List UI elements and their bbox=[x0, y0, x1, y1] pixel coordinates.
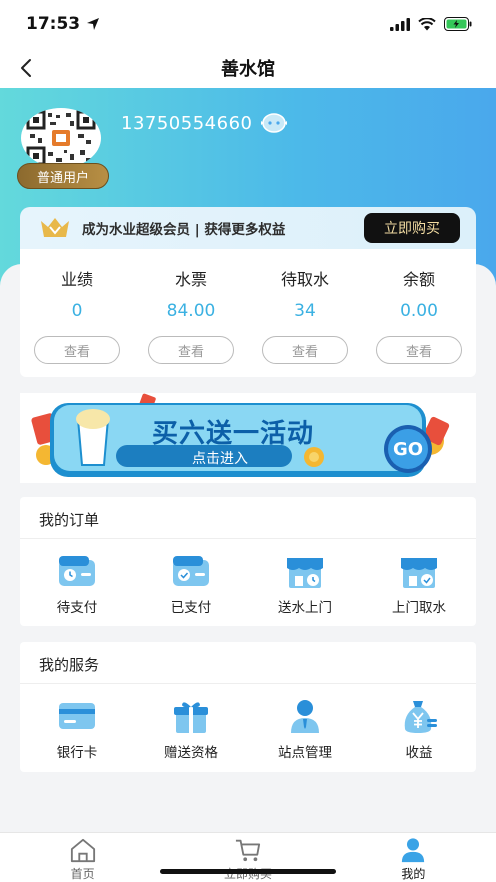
order-paid[interactable]: 已支付 bbox=[134, 539, 248, 616]
wifi-icon bbox=[418, 17, 436, 30]
status-time: 17:53 bbox=[26, 14, 100, 34]
tab-label: 我的 bbox=[401, 867, 426, 881]
manager-icon bbox=[291, 700, 319, 733]
status-bar: 17:53 bbox=[0, 0, 496, 48]
services-card: 我的服务 银行卡 赠送资格 站点管理 收益 bbox=[20, 642, 476, 772]
order-water-pickup[interactable]: 上门取水 bbox=[362, 539, 476, 616]
order-item-label: 已支付 bbox=[170, 600, 212, 616]
wallet-check-icon bbox=[173, 556, 209, 586]
stat-performance: 业绩 0 查看 bbox=[20, 249, 134, 377]
stat-balance: 余额 0.00 查看 bbox=[362, 249, 476, 377]
cart-icon bbox=[235, 839, 261, 862]
view-performance-button[interactable]: 查看 bbox=[34, 336, 120, 364]
page-title: 善水馆 bbox=[221, 59, 275, 80]
stat-pending-water: 待取水 34 查看 bbox=[248, 249, 362, 377]
promo-enter-button[interactable]: 点击进入 bbox=[180, 448, 260, 468]
nav-bar: 善水馆 bbox=[0, 48, 496, 88]
stat-label: 水票 bbox=[174, 270, 207, 289]
member-banner: 成为水业超级会员 | 获得更多权益 立即购买 bbox=[20, 207, 476, 249]
order-item-label: 上门取水 bbox=[392, 600, 446, 616]
stat-value: 34 bbox=[294, 301, 316, 321]
back-icon[interactable] bbox=[14, 54, 42, 82]
order-item-label: 送水上门 bbox=[278, 600, 332, 616]
phone-number: 13750554660 bbox=[121, 112, 253, 134]
view-pending-water-button[interactable]: 查看 bbox=[262, 336, 348, 364]
qr-code-icon bbox=[26, 110, 96, 166]
gift-icon bbox=[174, 702, 208, 733]
money-bag-icon bbox=[404, 701, 437, 733]
service-item-label: 收益 bbox=[405, 745, 433, 761]
tab-profile[interactable]: 我的 bbox=[331, 833, 496, 882]
user-icon bbox=[402, 838, 425, 863]
member-level-icon bbox=[261, 113, 288, 133]
service-earnings[interactable]: 收益 bbox=[362, 684, 476, 761]
status-indicators bbox=[390, 17, 472, 31]
user-level-badge: 普通用户 bbox=[17, 163, 109, 189]
service-bank-card[interactable]: 银行卡 bbox=[20, 684, 134, 761]
stat-value: 0.00 bbox=[400, 301, 438, 321]
view-balance-button[interactable]: 查看 bbox=[376, 336, 462, 364]
wallet-clock-icon bbox=[59, 556, 95, 586]
service-item-label: 站点管理 bbox=[278, 745, 332, 761]
store-check-icon bbox=[401, 558, 437, 588]
member-promo-text: 成为水业超级会员 | 获得更多权益 bbox=[82, 222, 286, 238]
service-station-management[interactable]: 站点管理 bbox=[248, 684, 362, 761]
stat-water-tickets: 水票 84.00 查看 bbox=[134, 249, 248, 377]
home-icon bbox=[70, 838, 95, 863]
battery-icon bbox=[444, 17, 472, 31]
promo-banner[interactable]: 买六送一活动 点击进入 GO bbox=[20, 393, 476, 483]
tab-label: 首页 bbox=[70, 867, 95, 881]
home-indicator bbox=[160, 869, 336, 874]
service-item-label: 银行卡 bbox=[56, 745, 98, 761]
stat-label: 待取水 bbox=[280, 270, 329, 289]
location-arrow-icon bbox=[87, 18, 100, 30]
stat-value: 84.00 bbox=[166, 301, 216, 321]
signal-icon bbox=[390, 17, 410, 31]
bottom-tab-bar: 首页 立即购买 我的 bbox=[0, 832, 496, 882]
order-water-delivery[interactable]: 送水上门 bbox=[248, 539, 362, 616]
service-gift-eligibility[interactable]: 赠送资格 bbox=[134, 684, 248, 761]
orders-card: 我的订单 待支付 已支付 送水上门 上门取水 bbox=[20, 497, 476, 626]
stat-value: 0 bbox=[71, 301, 83, 321]
crown-icon bbox=[41, 218, 69, 237]
avatar[interactable] bbox=[21, 108, 101, 168]
order-pending-payment[interactable]: 待支付 bbox=[20, 539, 134, 616]
buy-membership-button[interactable]: 立即购买 bbox=[364, 213, 460, 243]
service-item-label: 赠送资格 bbox=[164, 745, 218, 761]
promo-title: 买六送一活动 bbox=[152, 419, 315, 449]
stats-card: 业绩 0 查看 水票 84.00 查看 待取水 34 查看 余额 0.00 查看 bbox=[20, 249, 476, 377]
store-clock-icon bbox=[287, 558, 323, 588]
promo-go-label[interactable]: GO bbox=[390, 439, 426, 460]
tab-buy-now[interactable]: 立即购买 bbox=[165, 833, 330, 882]
view-water-tickets-button[interactable]: 查看 bbox=[148, 336, 234, 364]
stat-label: 业绩 bbox=[60, 270, 93, 289]
tab-home[interactable]: 首页 bbox=[0, 833, 165, 882]
order-item-label: 待支付 bbox=[56, 600, 98, 616]
status-time-text: 17:53 bbox=[26, 14, 81, 34]
bank-card-icon bbox=[59, 703, 95, 729]
services-title: 我的服务 bbox=[20, 642, 476, 684]
orders-title: 我的订单 bbox=[20, 497, 476, 539]
user-phone: 13750554660 bbox=[121, 112, 290, 134]
stat-label: 余额 bbox=[402, 270, 435, 289]
